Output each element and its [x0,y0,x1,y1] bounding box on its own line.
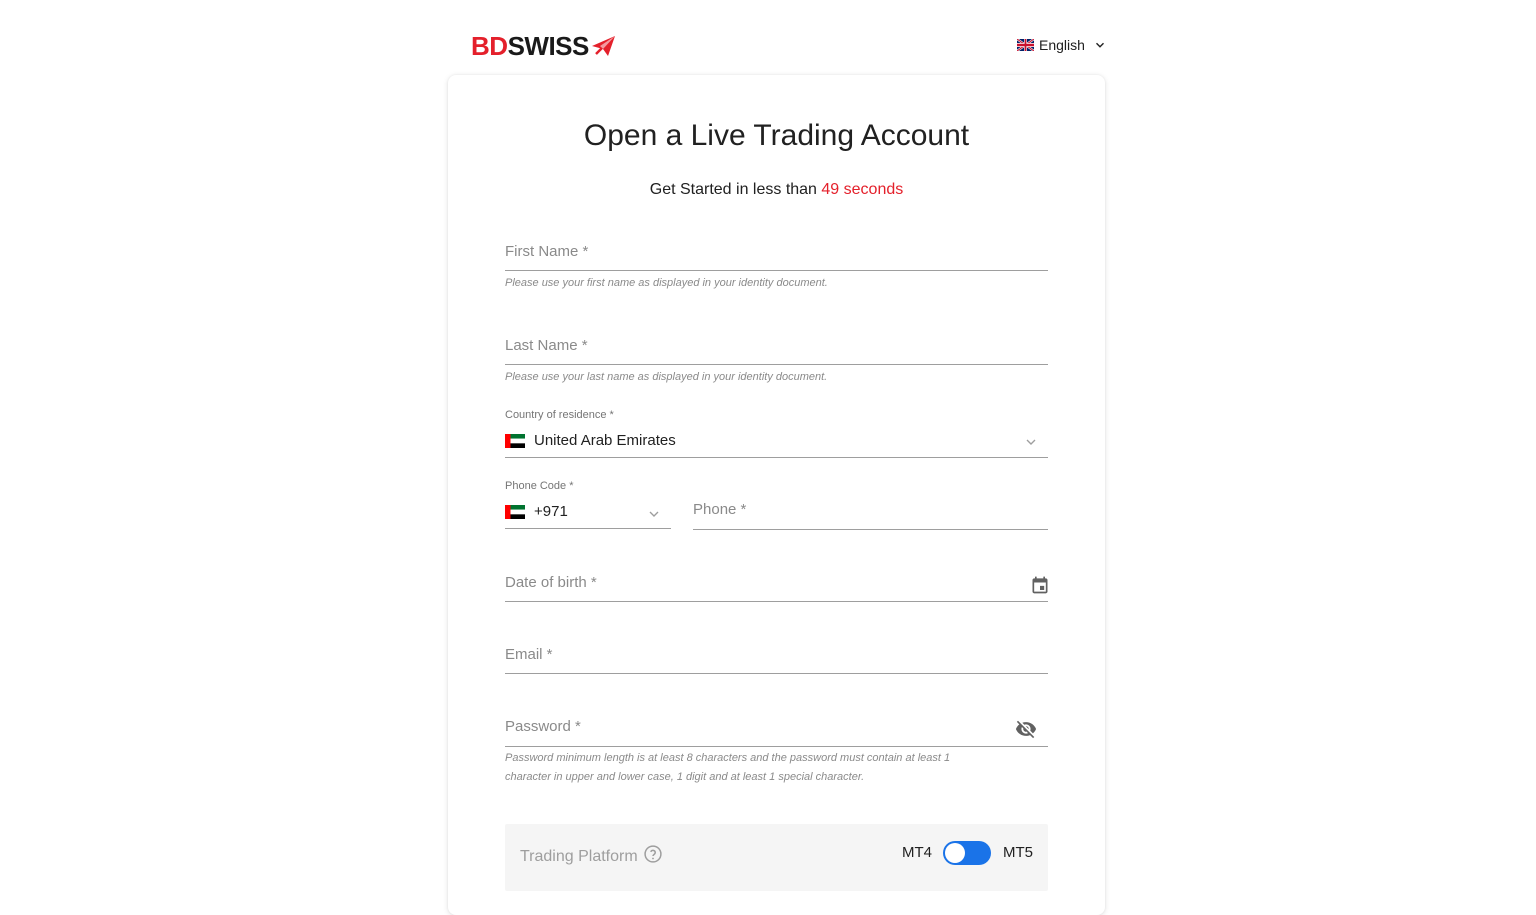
trading-platform-label: Trading Platform [520,848,638,865]
last-name-helper: Please use your last name as displayed i… [505,371,828,383]
first-name-field[interactable]: First Name * [505,235,1048,271]
platform-toggle[interactable] [943,841,991,865]
logo-text-bd: BD [471,31,508,61]
first-name-input[interactable] [505,235,1048,270]
chevron-down-icon [1095,42,1104,48]
first-name-helper: Please use your first name as displayed … [505,277,828,289]
phone-code-text: +971 [534,503,568,520]
password-input[interactable] [505,709,1048,746]
phone-code-value: +971 [505,503,568,520]
date-of-birth-input[interactable] [505,565,1048,601]
country-value: United Arab Emirates [505,432,676,449]
subtitle-time: 49 seconds [821,181,904,198]
signup-card: Open a Live Trading Account Get Started … [448,75,1105,915]
last-name-input[interactable] [505,328,1048,364]
phone-code-select[interactable]: +971 [505,496,671,529]
country-text: United Arab Emirates [534,432,676,449]
top-bar: BD SWISS English [0,0,1536,75]
password-helper-line-1: Password minimum length is at least 8 ch… [505,752,951,764]
toggle-knob [945,843,965,863]
phone-field[interactable]: Phone * [693,493,1048,530]
email-field[interactable]: Email * [505,637,1048,674]
language-label: English [1039,37,1085,53]
language-selector[interactable]: English [1017,37,1107,53]
logo-plane-icon [591,36,615,56]
password-field[interactable]: Password * [505,709,1048,747]
chevron-down-icon [649,511,659,517]
visibility-off-icon[interactable] [1015,718,1037,740]
uk-flag-icon [1017,39,1034,51]
calendar-icon[interactable] [1030,575,1050,595]
page-subtitle: Get Started in less than 49 seconds [448,181,1105,199]
phone-code-label: Phone Code * [505,480,574,492]
password-helper-line-2: character in upper and lower case, 1 dig… [505,771,865,783]
subtitle-text: Get Started in less than [649,181,817,198]
phone-input[interactable] [693,493,1048,529]
page-title: Open a Live Trading Account [583,119,970,152]
bdswiss-logo[interactable]: BD SWISS [471,32,616,60]
mt5-option-label[interactable]: MT5 [1003,844,1033,861]
help-circle-icon[interactable] [643,844,663,864]
mt4-option-label[interactable]: MT4 [902,844,932,861]
logo-text-swiss: SWISS [507,31,590,61]
trading-platform-section: Trading Platform MT4 MT5 [505,824,1048,891]
date-of-birth-field[interactable]: Date of birth * [505,565,1048,602]
password-helper: Password minimum length is at least 8 ch… [505,749,1048,787]
uae-flag-icon [505,433,525,448]
chevron-down-icon [1026,439,1036,445]
country-select[interactable]: United Arab Emirates [505,425,1048,458]
country-label: Country of residence * [505,409,614,421]
email-input[interactable] [505,637,1048,673]
uae-flag-icon [505,504,525,519]
last-name-field[interactable]: Last Name * [505,328,1048,365]
